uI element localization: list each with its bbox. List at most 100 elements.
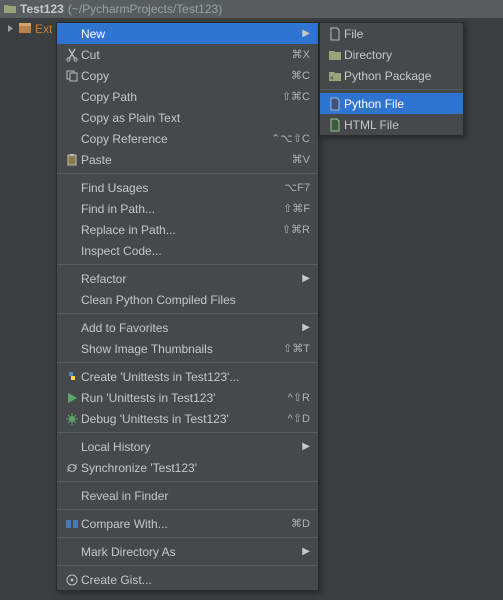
menu-item-mark-directory-as[interactable]: Mark Directory As▶	[57, 541, 318, 562]
menu-item-cut[interactable]: Cut ⌘X	[57, 44, 318, 65]
menu-item-clean-python-compiled-files[interactable]: Clean Python Compiled Files	[57, 289, 318, 310]
submenu-arrow-icon: ▶	[302, 28, 310, 39]
menu-separator	[57, 362, 318, 363]
menu-item-label: Find in Path...	[81, 202, 277, 216]
menu-item-label: Mark Directory As	[81, 545, 302, 559]
new-submenu[interactable]: File Directory Python Package Python File HT…	[319, 22, 464, 136]
menu-item-create-unittests-in-test123[interactable]: Create 'Unittests in Test123'...	[57, 366, 318, 387]
menu-separator	[57, 313, 318, 314]
submenu-item-python-file[interactable]: Python File	[320, 93, 463, 114]
menu-item-label: Copy as Plain Text	[81, 111, 310, 125]
submenu-arrow-icon: ▶	[302, 546, 310, 557]
menu-item-label: Replace in Path...	[81, 223, 276, 237]
menu-item-find-usages[interactable]: Find Usages ⌥F7	[57, 177, 318, 198]
menu-item-new[interactable]: New▶	[57, 23, 318, 44]
menu-item-label: Paste	[81, 153, 286, 167]
menu-item-reveal-in-finder[interactable]: Reveal in Finder	[57, 485, 318, 506]
window-title-name: Test123	[20, 2, 64, 16]
menu-separator	[57, 565, 318, 566]
menu-item-label: File	[344, 27, 455, 41]
window-title-path: (~/PycharmProjects/Test123)	[68, 2, 222, 16]
menu-item-copy-reference[interactable]: Copy Reference⌃⌥⇧C	[57, 128, 318, 149]
menu-item-copy[interactable]: Copy ⌘C	[57, 65, 318, 86]
menu-item-local-history[interactable]: Local History▶	[57, 436, 318, 457]
expand-arrow-icon[interactable]	[6, 22, 15, 36]
menu-item-copy-path[interactable]: Copy Path⇧⌘C	[57, 86, 318, 107]
menu-item-shortcut: ⇧⌘T	[283, 342, 310, 355]
menu-item-label: Directory	[344, 48, 455, 62]
menu-separator	[57, 173, 318, 174]
menu-item-shortcut: ^⇧D	[288, 412, 310, 425]
menu-item-shortcut: ⌘C	[291, 69, 310, 82]
htmlfile-icon	[326, 118, 344, 132]
menu-item-paste[interactable]: Paste ⌘V	[57, 149, 318, 170]
menu-item-label: Run 'Unittests in Test123'	[81, 391, 282, 405]
menu-item-shortcut: ^⇧R	[288, 391, 310, 404]
menu-item-add-to-favorites[interactable]: Add to Favorites▶	[57, 317, 318, 338]
package-icon	[326, 69, 344, 83]
submenu-item-file[interactable]: File	[320, 23, 463, 44]
menu-item-debug-unittests-in-test123[interactable]: Debug 'Unittests in Test123' ^⇧D	[57, 408, 318, 429]
menu-item-label: HTML File	[344, 118, 455, 132]
menu-item-copy-as-plain-text[interactable]: Copy as Plain Text	[57, 107, 318, 128]
menu-separator	[57, 264, 318, 265]
python-icon	[63, 370, 81, 384]
menu-item-label: Python Package	[344, 69, 455, 83]
menu-separator	[57, 481, 318, 482]
menu-item-label: Inspect Code...	[81, 244, 310, 258]
menu-item-refactor[interactable]: Refactor▶	[57, 268, 318, 289]
title-bar: Test123 (~/PycharmProjects/Test123)	[0, 0, 503, 18]
menu-item-label: Add to Favorites	[81, 321, 302, 335]
gist-icon	[63, 573, 81, 587]
menu-item-label: Copy	[81, 69, 285, 83]
menu-item-label: Find Usages	[81, 181, 278, 195]
menu-item-label: Synchronize 'Test123'	[81, 461, 310, 475]
menu-item-shortcut: ⇧⌘F	[283, 202, 310, 215]
submenu-item-html-file[interactable]: HTML File	[320, 114, 463, 135]
menu-item-replace-in-path[interactable]: Replace in Path... ⇧⌘R	[57, 219, 318, 240]
compare-icon	[63, 517, 81, 531]
project-tree-row[interactable]: Ext	[6, 22, 52, 36]
menu-item-shortcut: ⌘V	[292, 153, 310, 166]
project-tree-label: Ext	[35, 22, 52, 36]
menu-item-synchronize-test123[interactable]: Synchronize 'Test123'	[57, 457, 318, 478]
paste-icon	[63, 153, 81, 167]
menu-separator	[320, 89, 463, 90]
menu-item-run-unittests-in-test123[interactable]: Run 'Unittests in Test123' ^⇧R	[57, 387, 318, 408]
menu-item-label: Python File	[344, 97, 455, 111]
file-icon	[326, 27, 344, 41]
context-menu[interactable]: New▶ Cut ⌘X Copy ⌘C Copy Path⇧⌘C Copy as Plain…	[56, 22, 319, 591]
menu-item-label: Create 'Unittests in Test123'...	[81, 370, 310, 384]
menu-item-shortcut: ⌘D	[291, 517, 310, 530]
menu-item-label: Cut	[81, 48, 286, 62]
menu-item-shortcut: ⌃⌥⇧C	[271, 132, 310, 145]
submenu-item-python-package[interactable]: Python Package	[320, 65, 463, 86]
submenu-arrow-icon: ▶	[302, 441, 310, 452]
submenu-arrow-icon: ▶	[302, 322, 310, 333]
menu-item-shortcut: ⇧⌘R	[282, 223, 310, 236]
folder-icon	[4, 4, 16, 14]
pyfile-icon	[326, 97, 344, 111]
copy-icon	[63, 69, 81, 83]
menu-item-create-gist[interactable]: Create Gist...	[57, 569, 318, 590]
menu-item-compare-with[interactable]: Compare With... ⌘D	[57, 513, 318, 534]
menu-item-find-in-path[interactable]: Find in Path... ⇧⌘F	[57, 198, 318, 219]
submenu-item-directory[interactable]: Directory	[320, 44, 463, 65]
menu-item-show-image-thumbnails[interactable]: Show Image Thumbnails⇧⌘T	[57, 338, 318, 359]
menu-item-label: Clean Python Compiled Files	[81, 293, 310, 307]
menu-item-label: Local History	[81, 440, 302, 454]
menu-separator	[57, 432, 318, 433]
menu-item-shortcut: ⇧⌘C	[282, 90, 310, 103]
external-libs-icon	[19, 22, 31, 36]
menu-item-label: Reveal in Finder	[81, 489, 310, 503]
menu-item-label: Compare With...	[81, 517, 285, 531]
submenu-arrow-icon: ▶	[302, 273, 310, 284]
menu-item-shortcut: ⌘X	[292, 48, 310, 61]
menu-item-shortcut: ⌥F7	[284, 181, 310, 194]
menu-item-label: Debug 'Unittests in Test123'	[81, 412, 282, 426]
run-icon	[63, 391, 81, 405]
menu-separator	[57, 509, 318, 510]
sync-icon	[63, 461, 81, 475]
menu-item-label: Refactor	[81, 272, 302, 286]
menu-item-inspect-code[interactable]: Inspect Code...	[57, 240, 318, 261]
